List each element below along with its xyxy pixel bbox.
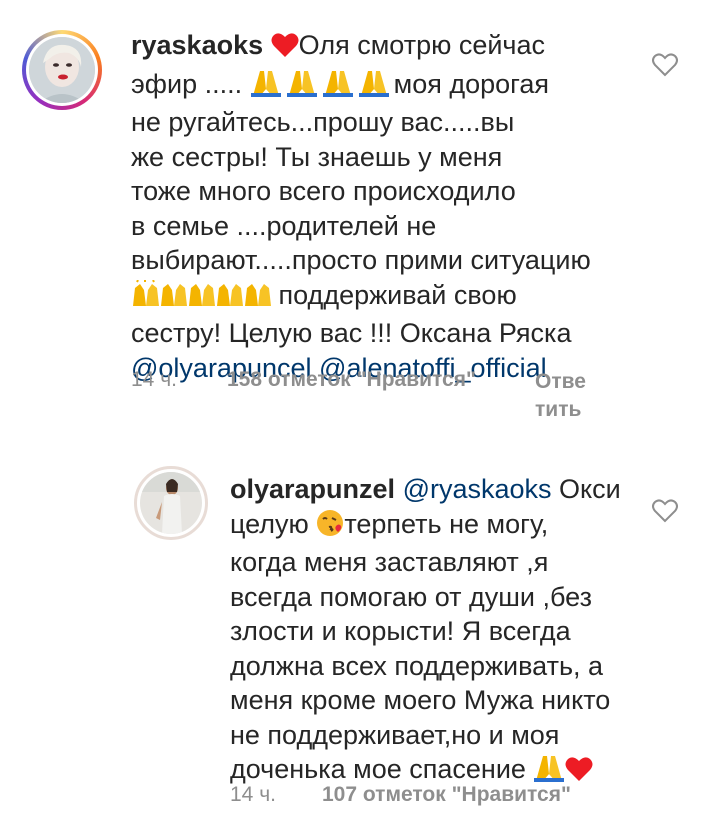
comment-line: сестру! Целую вас !!! Оксана Ряска [131,318,572,348]
comment-line: не поддерживает,но и моя [230,719,560,750]
comment-meta: 14 ч. 158 отметок "Нравится" Отве тить [131,368,631,428]
comment-time: 14 ч. [131,368,177,391]
comment-line: целую [230,508,309,539]
comment-text: ryaskaoks Оля смотрю сейчас эфир ..... м… [131,28,651,385]
comment-line: же сестры! Ты знаешь у меня [131,141,503,172]
comment-line: когда меня заставляют ,я [230,547,549,577]
comment-line: Окси [559,474,621,504]
comment-line: терпеть не могу, [344,508,549,539]
comment-line: всегда помогаю от души ,без [230,581,592,612]
comment-line: не ругайтесь...прошу вас.....вы [131,107,515,137]
comment-line: Оля смотрю сейчас [298,30,546,60]
comment-line: доченька мое спасение [230,754,526,784]
like-heart-icon[interactable] [651,498,679,524]
likes-count-link[interactable]: 107 отметок "Нравится" [322,783,571,807]
comment-line: выбирают.....просто прими ситуацию [131,245,591,275]
folded-hands-emoji [250,69,394,106]
reply-label-line1: Отве [535,370,586,393]
comment-line: тоже много всего происходило [131,176,516,206]
comment-line: должна всех поддерживать, а [230,650,604,681]
raising-hands-emoji [131,279,271,317]
comment-line: моя дорогая [393,68,550,99]
face-blowing-kiss-emoji [316,509,344,546]
like-heart-icon[interactable] [651,52,679,78]
reply-comment-item: olyarapunzel @ryaskaoks Окси целую терпе… [0,440,720,837]
avatar[interactable] [22,30,102,110]
comment-item: ryaskaoks Оля смотрю сейчас эфир ..... м… [0,0,720,440]
comment-line: поддерживай свою [278,279,517,310]
reply-button[interactable]: Отве тить [535,368,586,424]
red-heart-emoji [271,32,299,67]
reply-label-line2: тить [535,398,582,421]
comment-time: 14 ч. [230,783,276,806]
likes-count-link[interactable]: 158 отметок "Нравится" [227,368,476,392]
comment-line: злости и корысти! Я всегда [230,616,571,646]
comment-line: эфир ..... [131,68,243,99]
comment-line: в семье ....родителей не [131,210,437,241]
comment-line: меня кроме моего Мужа никто [230,685,611,715]
mention-link[interactable]: @ryaskaoks [403,474,552,504]
comment-username[interactable]: olyarapunzel [230,474,395,504]
comment-username[interactable]: ryaskaoks [131,30,263,60]
comment-text: olyarapunzel @ryaskaoks Окси целую терпе… [230,472,650,791]
avatar[interactable] [134,466,208,540]
comment-meta: 14 ч. 107 отметок "Нравится" [230,783,650,813]
